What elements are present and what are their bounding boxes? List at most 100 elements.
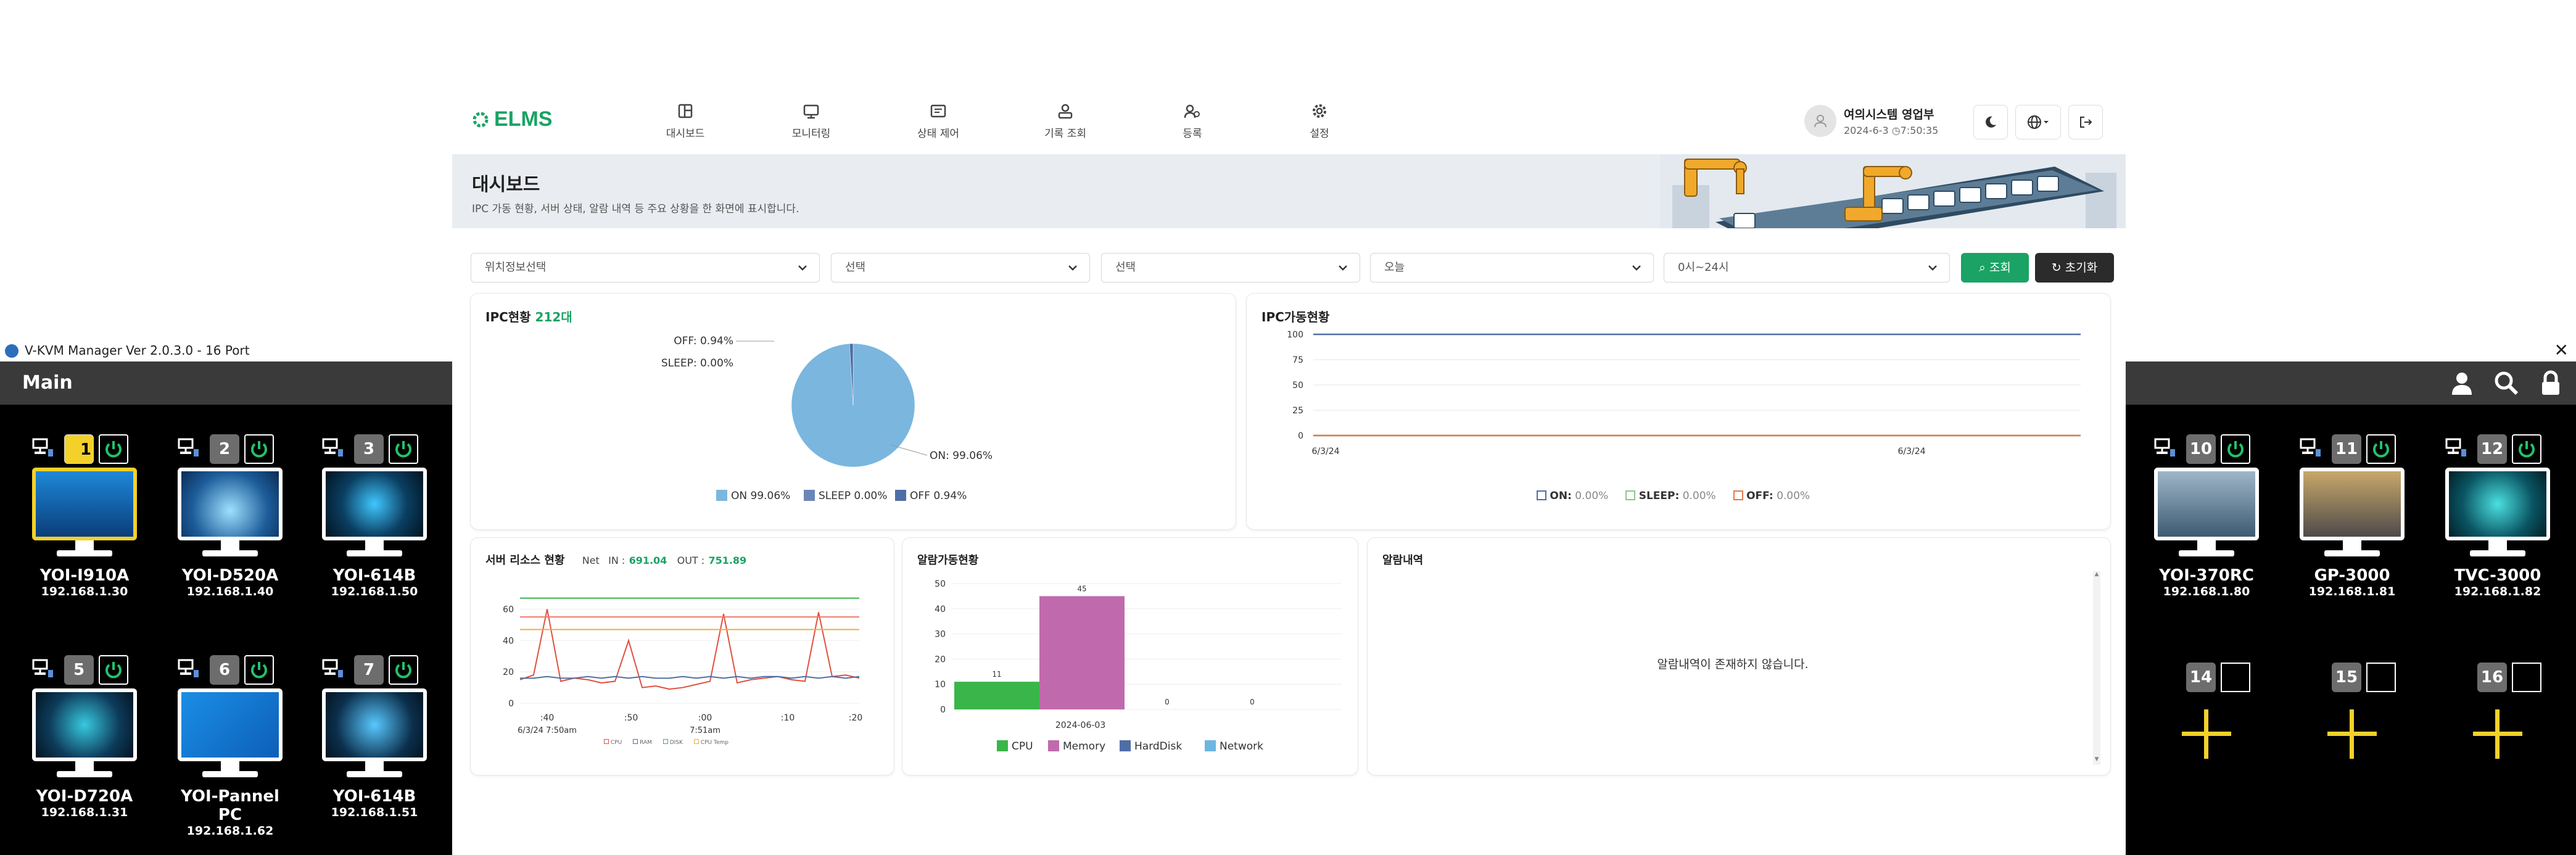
device-select[interactable]: 선택 [1101,253,1360,283]
monitor-icon[interactable] [2154,468,2259,566]
user-info[interactable]: 여의시스템 영업부 2024-6-3 ◷7:50:35 [1804,105,1938,137]
date-select[interactable]: 오늘 [1370,253,1654,283]
user-icon[interactable] [2449,370,2475,396]
dark-mode-button[interactable] [1973,105,2008,139]
bar-memory [1039,596,1125,709]
lock-icon[interactable] [2538,370,2564,396]
scroll-down-icon[interactable]: ▼ [2093,756,2100,765]
filter-bar: 위치정보선택 선택 선택 오늘 0시~24시 ⌕ 조회 ↻ 초기화 [471,253,2114,284]
language-button[interactable] [2015,105,2061,139]
kvm-port-10[interactable]: 10 YOI-370RC 192.168.1.80 [2148,432,2265,598]
y-tick-label: 20 [503,667,514,677]
nav-monitoring[interactable]: 모니터링 [774,102,848,140]
power-button[interactable] [2221,663,2250,692]
port-number[interactable]: 2 [210,434,239,464]
add-device-icon[interactable] [2327,709,2377,759]
power-button[interactable] [2512,434,2541,464]
pc-network-icon [178,659,199,677]
port-number: 15 [2332,663,2361,692]
register-icon [1184,104,1200,118]
monitor-icon[interactable] [178,468,283,566]
add-device-icon[interactable] [2473,709,2522,759]
nav-settings[interactable]: 설정 [1282,102,1356,140]
group-select[interactable]: 선택 [831,253,1090,283]
monitor-icon[interactable] [322,468,427,566]
x-tick-label: :50 [624,713,638,723]
port-header: 3 [316,432,433,464]
pc-network-icon [2154,438,2175,456]
op-legend: ON: 0.00% SLEEP: 0.00% OFF: 0.00% [1537,490,1810,502]
nav-control[interactable]: 상태 제어 [901,102,975,140]
pc-network-icon [322,659,343,677]
y-tick-label: 30 [935,630,946,640]
port-device-name: YOI-Pannel PC [181,787,279,824]
legend-label-cpu: CPU [1012,740,1033,753]
logout-button[interactable] [2068,105,2103,139]
kvm-port-11[interactable]: 11 GP-3000 192.168.1.81 [2293,432,2411,598]
pc-network-icon [322,438,343,456]
monitor-icon[interactable] [2300,468,2405,566]
x-tick-sublabel: 6/3/24 7:50am [518,726,577,735]
power-button[interactable] [99,434,128,464]
nav-register[interactable]: 등록 [1155,102,1229,140]
port-number[interactable]: 12 [2477,434,2507,464]
kvm-port-7[interactable]: 7 YOI-614B 192.168.1.51 [316,653,433,819]
kvm-port-5[interactable]: 5 YOI-D720A 192.168.1.31 [26,653,143,819]
port-header: 1 [26,432,143,464]
elms-logo[interactable]: ELMS [471,107,552,131]
nav-label: 대시보드 [666,128,705,140]
power-button[interactable] [99,655,128,685]
nav-dashboard[interactable]: 대시보드 [648,102,722,140]
pie-label-on: ON: 99.06% [930,450,993,462]
alarm-list-scrollbar[interactable]: ▲ ▼ [2093,571,2100,765]
x-tick-label: :20 [849,713,863,723]
pie-legend: ON 99.06% SLEEP 0.00% OFF 0.94% [716,490,967,502]
monitor-icon[interactable] [32,688,137,787]
power-button[interactable] [389,655,418,685]
kvm-port-6[interactable]: 6 YOI-Pannel PC 192.168.1.62 [171,653,289,838]
port-number[interactable]: 6 [210,655,239,685]
power-button[interactable] [2366,663,2396,692]
monitor-icon[interactable] [322,688,427,787]
monitor-icon[interactable] [2445,468,2550,566]
port-device-name: YOI-D720A [36,787,133,806]
pc-network-icon [2300,438,2321,456]
port-number[interactable]: 3 [354,434,384,464]
monitor-base [347,771,402,777]
close-icon[interactable]: ✕ [2554,339,2569,361]
legend-value: 0.00% [1682,490,1716,502]
nav-label: 상태 제어 [917,128,959,140]
kvm-port-2[interactable]: 2 YOI-D520A 192.168.1.40 [171,432,289,598]
monitor-icon[interactable] [32,468,137,566]
reset-button[interactable]: ↻ 초기화 [2035,253,2114,283]
port-number[interactable]: 10 [2186,434,2216,464]
power-button[interactable] [244,655,274,685]
legend-item-on: ON: 0.00% [1537,490,1608,502]
power-button[interactable] [2366,434,2396,464]
port-number[interactable]: 5 [64,655,94,685]
search-icon[interactable] [2493,370,2519,396]
kvm-port-12[interactable]: 12 TVC-3000 192.168.1.82 [2439,432,2556,598]
power-button[interactable] [244,434,274,464]
port-number[interactable]: 11 [2332,434,2361,464]
power-button[interactable] [2512,663,2541,692]
power-button[interactable] [2221,434,2250,464]
power-button[interactable] [389,434,418,464]
device-select-value: 선택 [1115,261,1136,274]
pc-network-icon [32,659,53,677]
add-device-icon[interactable] [2182,709,2231,759]
nav-history[interactable]: 기록 조회 [1028,102,1102,140]
bar-value-label: 45 [1077,584,1086,593]
time-select[interactable]: 0시~24시 [1664,253,1950,283]
scroll-up-icon[interactable]: ▲ [2093,571,2100,580]
port-number[interactable]: 7 [354,655,384,685]
bar-value-label: 11 [992,670,1001,679]
monitor-icon[interactable] [178,688,283,787]
dashboard-icon [678,104,693,118]
search-button[interactable]: ⌕ 조회 [1961,253,2029,283]
location-select[interactable]: 위치정보선택 [471,253,820,283]
server-legend: CPU RAM DISK CPU Temp [604,739,729,746]
kvm-port-1[interactable]: 1 YOI-I910A 192.168.1.30 [26,432,143,598]
port-number[interactable]: 1 [64,434,94,464]
kvm-port-3[interactable]: 3 YOI-614B 192.168.1.50 [316,432,433,598]
